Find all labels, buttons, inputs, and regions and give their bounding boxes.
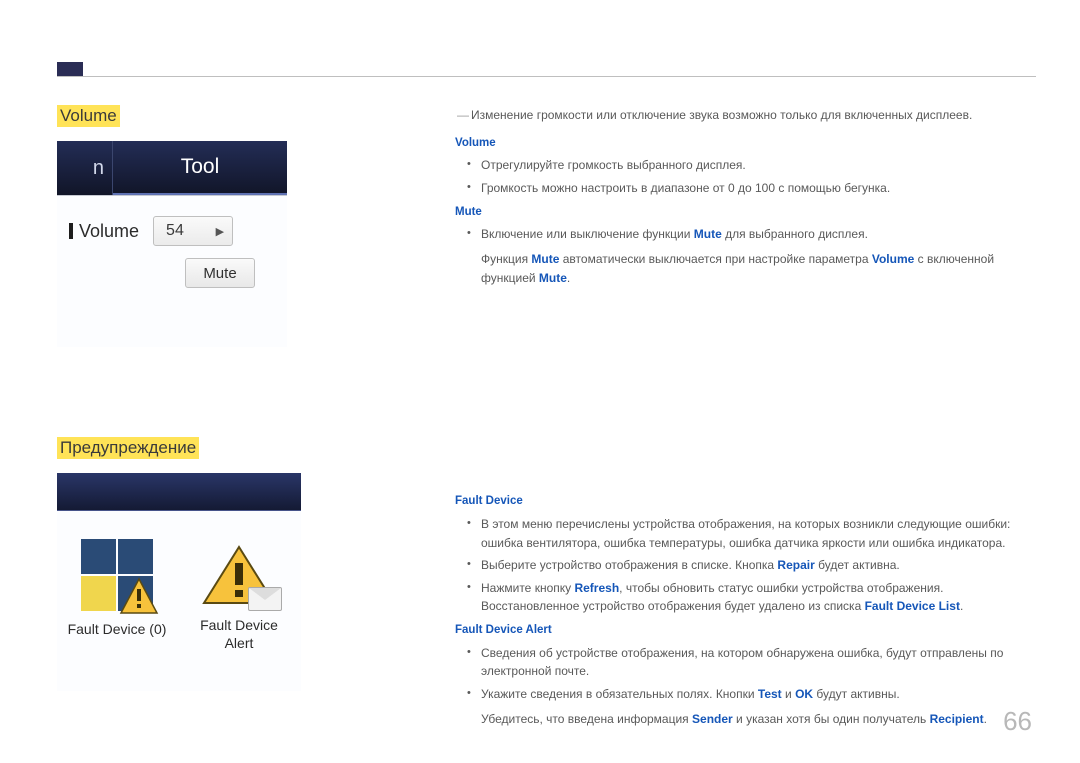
fault-device-label: Fault Device (0) (67, 621, 167, 639)
bullet: Сведения об устройстве отображения, на к… (455, 644, 1030, 681)
subhead-volume: Volume (455, 135, 1030, 153)
subhead-fault-device: Fault Device (455, 493, 1030, 511)
header-accent-bar (57, 62, 83, 76)
volume-label: Volume (69, 221, 139, 242)
screenshot-tabbar: n Tool (57, 141, 287, 195)
bullet: Укажите сведения в обязательных полях. К… (455, 685, 1030, 704)
screenshot-volume-tool: n Tool Volume 54 ▶ Mute (57, 141, 287, 347)
screenshot-toolbar (57, 473, 301, 511)
section-heading-volume: Volume (57, 105, 120, 127)
header-rule (57, 76, 1036, 77)
subhead-mute: Mute (455, 204, 1030, 222)
envelope-icon (248, 587, 282, 611)
bullet: Включение или выключение функции Mute дл… (455, 225, 1030, 244)
bullet: Громкость можно настроить в диапазоне от… (455, 179, 1030, 198)
left-column: Volume n Tool Volume 54 ▶ Mute Предупреж… (57, 105, 357, 691)
screenshot-tab-tool[interactable]: Tool (113, 141, 287, 195)
mute-button[interactable]: Mute (185, 258, 255, 288)
page-number: 66 (1003, 706, 1032, 737)
section-heading-warning: Предупреждение (57, 437, 199, 459)
subhead-fault-device-alert: Fault Device Alert (455, 622, 1030, 640)
volume-row: Volume 54 ▶ (69, 216, 275, 246)
volume-stepper[interactable]: 54 ▶ (153, 216, 233, 246)
right-column: ―Изменение громкости или отключение звук… (455, 106, 1030, 732)
bullet: Выберите устройство отображения в списке… (455, 556, 1030, 575)
bullet: Нажмите кнопку Refresh, чтобы обновить с… (455, 579, 1030, 616)
fault-device-alert-tile[interactable]: Fault Device Alert (189, 539, 289, 679)
screenshot-warning: Fault Device (0) Fault Device Alert (57, 473, 301, 691)
screenshot-tab-prev[interactable]: n (57, 141, 113, 195)
paragraph: Убедитесь, что введена информация Sender… (455, 710, 1030, 729)
bullet: Отрегулируйте громкость выбранного диспл… (455, 156, 1030, 175)
fault-device-tile[interactable]: Fault Device (0) (67, 539, 167, 679)
note-line: ―Изменение громкости или отключение звук… (455, 106, 1030, 125)
fault-device-alert-label: Fault Device Alert (189, 617, 289, 652)
bullet: В этом меню перечислены устройства отобр… (455, 515, 1030, 552)
volume-value: 54 (166, 222, 184, 240)
warning-icon (119, 577, 159, 617)
chevron-right-icon[interactable]: ▶ (216, 225, 224, 238)
screenshot-body: Volume 54 ▶ Mute (57, 195, 287, 347)
paragraph: Функция Mute автоматически выключается п… (455, 250, 1030, 287)
